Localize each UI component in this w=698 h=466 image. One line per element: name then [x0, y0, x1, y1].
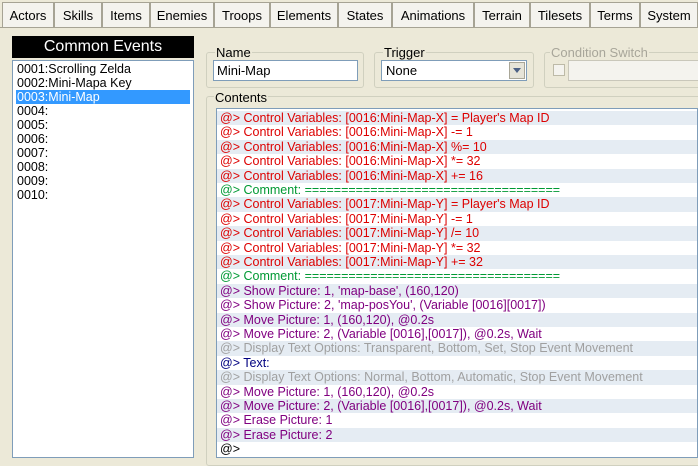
- chevron-down-icon: [513, 68, 521, 73]
- tab-elements[interactable]: Elements: [270, 2, 338, 27]
- command-line[interactable]: @> Control Variables: [0017:Mini-Map-Y] …: [217, 241, 697, 255]
- command-line[interactable]: @> Control Variables: [0016:Mini-Map-X] …: [217, 125, 697, 139]
- tab-troops[interactable]: Troops: [214, 2, 270, 27]
- trigger-select[interactable]: None: [381, 60, 527, 81]
- tab-skills[interactable]: Skills: [54, 2, 102, 27]
- command-line[interactable]: @> Show Picture: 2, 'map-posYou', (Varia…: [217, 298, 697, 312]
- command-line[interactable]: @> Text:: [217, 356, 697, 370]
- list-item[interactable]: 0004:: [16, 104, 190, 118]
- list-item[interactable]: 0005:: [16, 118, 190, 132]
- command-line[interactable]: @> Show Picture: 1, 'map-base', (160,120…: [217, 283, 697, 299]
- command-line[interactable]: @> Control Variables: [0017:Mini-Map-Y] …: [217, 197, 697, 212]
- command-line[interactable]: @> Erase Picture: 2: [217, 427, 697, 443]
- list-item[interactable]: 0007:: [16, 146, 190, 160]
- common-events-title: Common Events: [12, 36, 194, 58]
- list-item-selected[interactable]: 0003:Mini-Map: [16, 90, 190, 104]
- list-item[interactable]: 0001:Scrolling Zelda: [16, 62, 190, 76]
- tab-tilesets[interactable]: Tilesets: [530, 2, 590, 27]
- tab-actors[interactable]: Actors: [2, 2, 54, 27]
- tab-states[interactable]: States: [338, 2, 392, 27]
- condition-switch-label: Condition Switch: [550, 45, 649, 60]
- common-events-panel: Common Events 0001:Scrolling Zelda 0002:…: [12, 36, 194, 458]
- command-line[interactable]: @> Move Picture: 2, (Variable [0016],[00…: [217, 399, 697, 414]
- command-line[interactable]: @> Control Variables: [0016:Mini-Map-X] …: [217, 139, 697, 155]
- command-line[interactable]: @> Display Text Options: Transparent, Bo…: [217, 341, 697, 356]
- command-line[interactable]: @> Control Variables: [0016:Mini-Map-X] …: [217, 168, 697, 183]
- contents-label: Contents: [214, 90, 269, 105]
- list-item[interactable]: 0010:: [16, 188, 190, 202]
- condition-switch-field[interactable]: [568, 60, 698, 81]
- list-item[interactable]: 0006:: [16, 132, 190, 146]
- command-line[interactable]: @> Control Variables: [0016:Mini-Map-X] …: [217, 154, 697, 168]
- tab-bar: Actors Skills Items Enemies Troops Eleme…: [0, 0, 698, 28]
- trigger-value: None: [386, 63, 418, 78]
- command-line[interactable]: @> Move Picture: 1, (160,120), @0.2s: [217, 385, 697, 399]
- command-line[interactable]: @> Move Picture: 2, (Variable [0016],[00…: [217, 327, 697, 341]
- tab-items[interactable]: Items: [102, 2, 150, 27]
- trigger-label: Trigger: [383, 45, 426, 60]
- command-line[interactable]: @> Comment: ============================…: [217, 183, 697, 197]
- condition-switch-checkbox[interactable]: [553, 64, 565, 76]
- command-line[interactable]: @> Display Text Options: Normal, Bottom,…: [217, 370, 697, 385]
- command-line[interactable]: @> Control Variables: [0016:Mini-Map-X] …: [217, 111, 697, 126]
- command-line[interactable]: @> Control Variables: [0017:Mini-Map-Y] …: [217, 255, 697, 270]
- command-line[interactable]: @> Move Picture: 1, (160,120), @0.2s: [217, 312, 697, 327]
- tab-enemies[interactable]: Enemies: [150, 2, 214, 27]
- name-input[interactable]: [213, 60, 358, 81]
- tab-terms[interactable]: Terms: [590, 2, 640, 27]
- list-item[interactable]: 0009:: [16, 174, 190, 188]
- tab-animations[interactable]: Animations: [392, 2, 474, 27]
- command-line[interactable]: @> Control Variables: [0017:Mini-Map-Y] …: [217, 226, 697, 241]
- list-item[interactable]: 0002:Mini-Mapa Key: [16, 76, 190, 90]
- tab-system[interactable]: System: [640, 2, 698, 27]
- common-events-list[interactable]: 0001:Scrolling Zelda 0002:Mini-Mapa Key …: [12, 60, 194, 458]
- event-commands-list[interactable]: @> Control Variables: [0016:Mini-Map-X] …: [216, 108, 698, 458]
- list-item[interactable]: 0008:: [16, 160, 190, 174]
- tab-terrain[interactable]: Terrain: [474, 2, 530, 27]
- dropdown-button[interactable]: [509, 62, 525, 79]
- command-line[interactable]: @> Erase Picture: 1: [217, 413, 697, 427]
- command-line[interactable]: @>: [217, 442, 697, 456]
- command-line[interactable]: @> Comment: ============================…: [217, 269, 697, 283]
- command-line[interactable]: @> Control Variables: [0017:Mini-Map-Y] …: [217, 212, 697, 226]
- name-label: Name: [215, 45, 252, 60]
